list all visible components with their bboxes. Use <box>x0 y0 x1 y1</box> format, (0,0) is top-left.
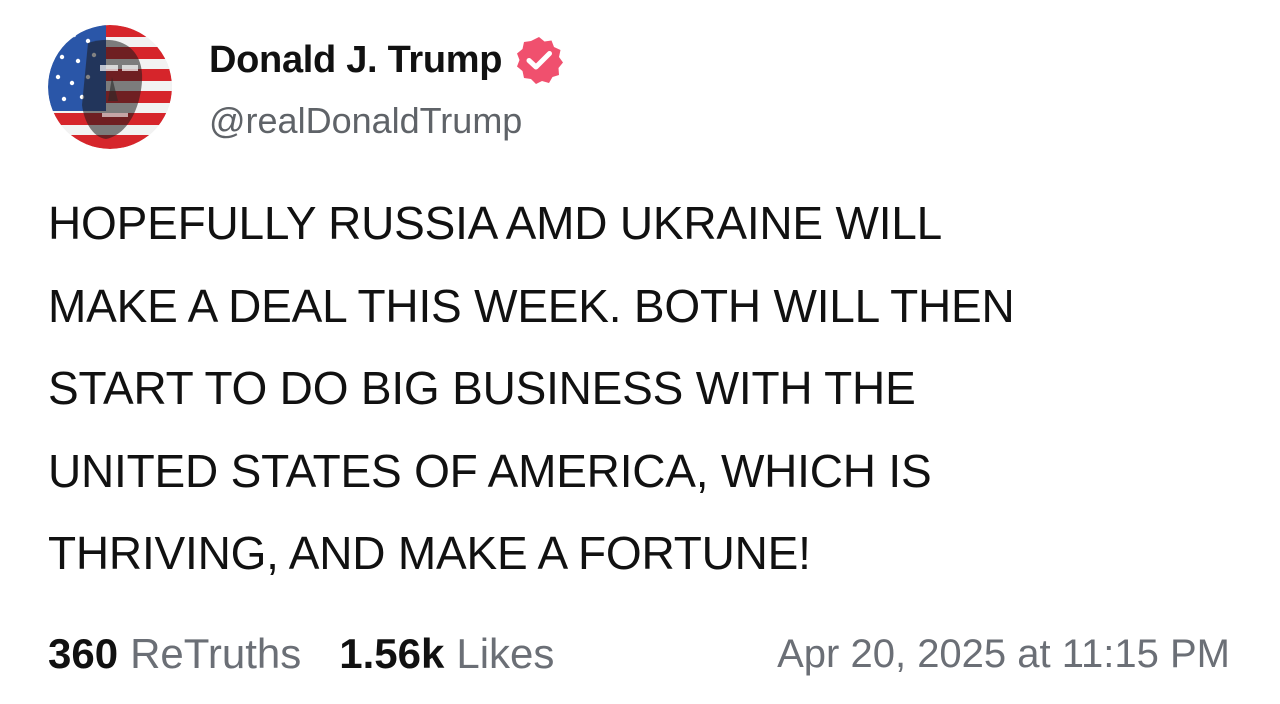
likes-stat[interactable]: 1.56k Likes <box>339 630 554 678</box>
retruths-count: 360 <box>48 630 119 677</box>
likes-count: 1.56k <box>339 630 445 677</box>
retruths-label: ReTruths <box>130 630 302 677</box>
retruths-stat[interactable]: 360 ReTruths <box>48 630 301 678</box>
verified-badge-icon <box>514 35 564 85</box>
author-name-row: Donald J. Trump <box>209 34 564 86</box>
author-avatar[interactable] <box>48 25 172 149</box>
truth-post: Donald J. Trump @realDonaldTrump HOPEFUL… <box>0 0 1280 704</box>
post-body-text: HOPEFULLY RUSSIA AMD UKRAINE WILL MAKE A… <box>48 197 1015 579</box>
post-stats-bar: 360 ReTruths 1.56k Likes Apr 20, 2025 at… <box>48 626 1230 682</box>
author-handle[interactable]: @realDonaldTrump <box>209 100 522 142</box>
post-timestamp[interactable]: Apr 20, 2025 at 11:15 PM <box>777 632 1230 677</box>
likes-label: Likes <box>456 630 555 677</box>
avatar-image <box>48 25 172 149</box>
author-display-name[interactable]: Donald J. Trump <box>209 39 503 82</box>
